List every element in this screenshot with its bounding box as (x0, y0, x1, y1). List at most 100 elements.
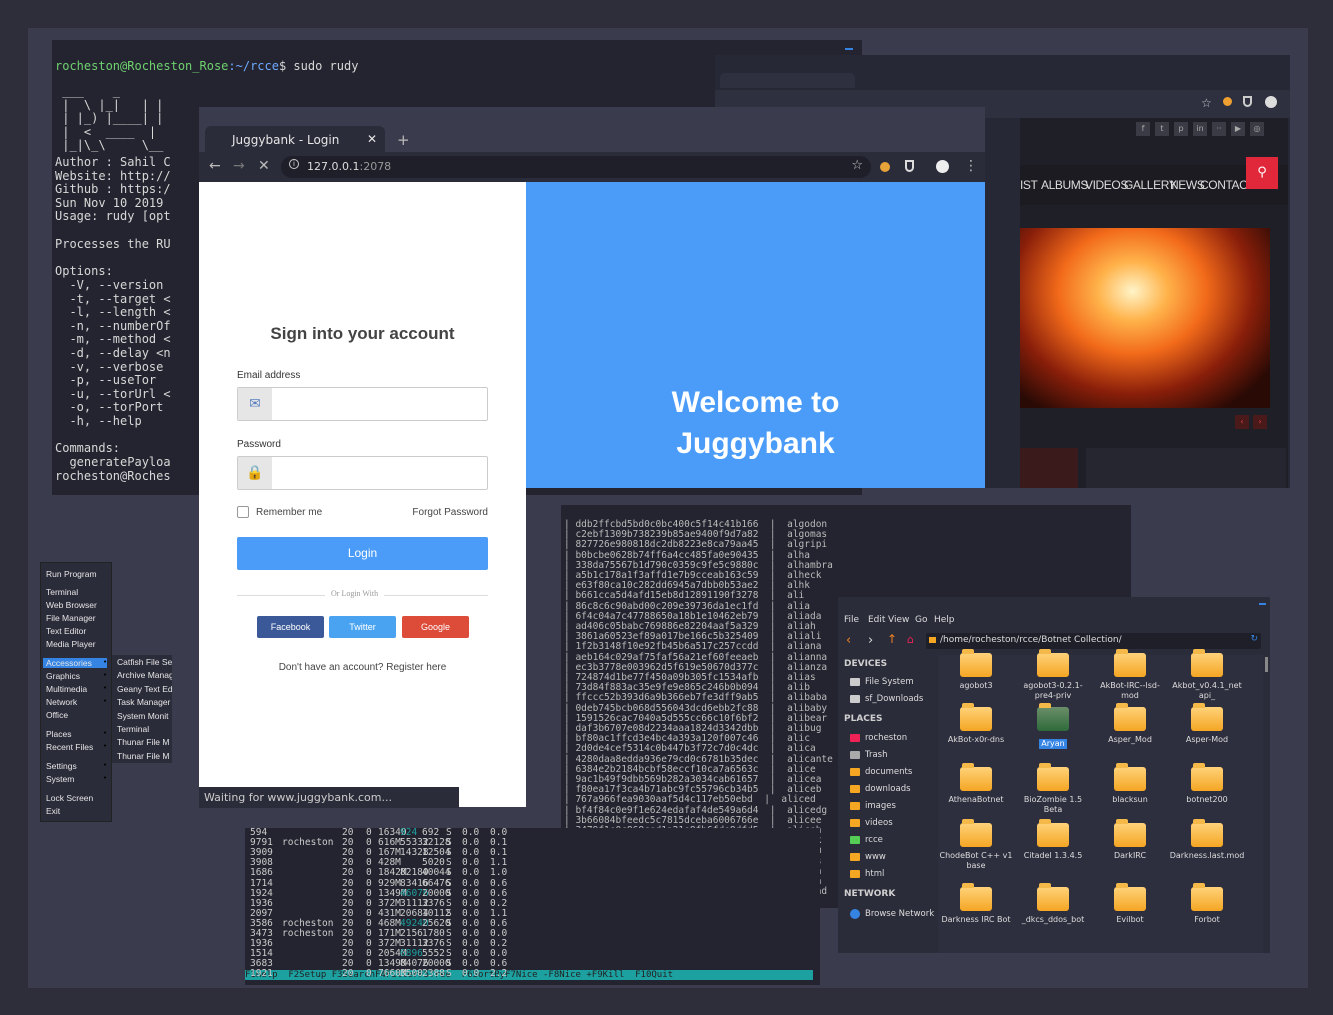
shield-icon[interactable] (905, 160, 914, 172)
bookmark-star-icon[interactable]: ☆ (851, 158, 863, 173)
facebook-icon[interactable]: f (1136, 122, 1150, 136)
folder-item[interactable]: Akbot_v0.4.1_net api_ (1169, 649, 1245, 701)
twitter-login-button[interactable]: Twitter (329, 616, 396, 638)
menu-item-web-browser[interactable]: Web Browser (46, 600, 97, 610)
password-field[interactable]: 🔒 (237, 456, 488, 490)
remember-checkbox[interactable] (237, 506, 249, 518)
slider-next-icon[interactable]: › (1253, 415, 1267, 429)
nav-artist[interactable]: IST (1020, 178, 1038, 192)
register-link[interactable]: Don't have an account? Register here (199, 662, 526, 673)
folder-item[interactable]: BioZombie 1.5 Beta (1015, 763, 1091, 815)
extension-icon[interactable] (880, 162, 890, 172)
thumbnail[interactable] (1086, 448, 1286, 488)
place-html[interactable]: html (865, 869, 884, 879)
browse-network[interactable]: Browse Network (865, 909, 934, 919)
minimize-icon[interactable] (845, 48, 853, 50)
folder-item[interactable]: Darkness.last.mod (1169, 819, 1245, 861)
star-icon[interactable]: ☆ (1201, 96, 1212, 110)
email-field[interactable]: ✉ (237, 387, 488, 421)
folder-item[interactable]: Evilbot (1092, 883, 1168, 925)
file-manager-window[interactable]: File Edit View Go Help ‹ › ↑ ⌂ /home/rochest… (838, 597, 1270, 953)
shield-icon[interactable] (1243, 96, 1252, 107)
submenu-item[interactable]: System Monit (117, 711, 169, 721)
folder-item[interactable]: AthenaBotnet (938, 763, 1014, 805)
place-www[interactable]: www (865, 852, 886, 862)
home-icon[interactable]: ⌂ (907, 633, 914, 646)
scrollbar[interactable] (1265, 657, 1268, 672)
flickr-icon[interactable]: ·· (1212, 122, 1226, 136)
menu-item-run-program[interactable]: Run Program (46, 569, 97, 579)
stop-icon[interactable]: ✕ (258, 158, 270, 174)
menu-item-office[interactable]: Office (46, 710, 68, 720)
forgot-password-link[interactable]: Forgot Password (412, 507, 488, 518)
folder-item[interactable]: AkBot-IRC--lsd-mod (1092, 649, 1168, 701)
menu-item-terminal[interactable]: Terminal (46, 587, 78, 597)
folder-item[interactable]: DarkIRC (1092, 819, 1168, 861)
place-downloads[interactable]: downloads (865, 784, 911, 794)
back-icon[interactable]: ‹ (846, 633, 851, 648)
facebook-login-button[interactable]: Facebook (257, 616, 324, 638)
menu-item-recent-files[interactable]: Recent Files (46, 742, 93, 752)
youtube-icon[interactable]: ▶ (1231, 122, 1245, 136)
submenu-item[interactable]: Terminal (117, 724, 149, 734)
place-videos[interactable]: videos (865, 818, 893, 828)
submenu-item[interactable]: Thunar File M (117, 751, 169, 761)
device-0[interactable]: File System (865, 677, 914, 687)
twitter-icon[interactable]: t (1155, 122, 1169, 136)
forward-icon[interactable]: → (233, 158, 245, 174)
address-bar[interactable]: i 127.0.0.1:2078 ☆ (281, 156, 871, 178)
place-documents[interactable]: documents (865, 767, 912, 777)
menu-help[interactable]: Help (934, 615, 955, 625)
menu-item-lock-screen[interactable]: Lock Screen (46, 793, 93, 803)
folder-item[interactable]: botnet200 (1169, 763, 1245, 805)
submenu-item[interactable]: Thunar File M (117, 737, 169, 747)
menu-item-settings[interactable]: Settings (46, 761, 77, 771)
folder-item[interactable]: agobot3 (938, 649, 1014, 691)
menu-item-exit[interactable]: Exit (46, 806, 60, 816)
htop-terminal[interactable]: F1Help F2Setup F3SearchF4FilterF5Tree F6… (245, 828, 820, 985)
menu-item-file-manager[interactable]: File Manager (46, 613, 96, 623)
nav-albums[interactable]: ALBUMS (1041, 178, 1088, 192)
folder-item[interactable]: AkBot-x0r-dns (938, 703, 1014, 745)
back-icon[interactable]: ← (209, 158, 221, 174)
nav-gallery[interactable]: GALLERY (1124, 178, 1177, 192)
nav-videos[interactable]: VIDEOS (1085, 178, 1128, 192)
profile-icon[interactable] (1265, 96, 1277, 108)
folder-item[interactable]: Asper_Mod (1092, 703, 1168, 745)
info-icon[interactable]: i (289, 159, 299, 169)
folder-item[interactable]: blacksun (1092, 763, 1168, 805)
slider-prev-icon[interactable]: ‹ (1235, 415, 1249, 429)
menu-item-accessories[interactable]: Accessories (43, 658, 107, 668)
close-icon[interactable]: ✕ (367, 132, 377, 146)
google-login-button[interactable]: Google (402, 616, 469, 638)
menu-item-text-editor[interactable]: Text Editor (46, 626, 86, 636)
menu-edit[interactable]: Edit (868, 615, 885, 625)
search-icon[interactable]: ⚲ (1246, 157, 1278, 189)
folder-item[interactable]: Asper-Mod (1169, 703, 1245, 745)
thumbnail[interactable] (1020, 448, 1078, 488)
menu-item-multimedia[interactable]: Multimedia (46, 684, 87, 694)
place-images[interactable]: images (865, 801, 896, 811)
accessories-submenu[interactable]: Catfish File Se Archive Manag Geany Text E… (112, 655, 172, 763)
profile-icon[interactable] (936, 160, 949, 173)
pinterest-icon[interactable]: p (1174, 122, 1188, 136)
reload-icon[interactable]: ↻ (1250, 634, 1258, 644)
up-arrow-icon[interactable]: ↑ (887, 632, 897, 646)
menu-file[interactable]: File (844, 615, 859, 625)
menu-item-network[interactable]: Network (46, 697, 77, 707)
browser-tab[interactable] (720, 73, 855, 88)
folder-item[interactable]: Darkness IRC Bot (938, 883, 1014, 925)
submenu-item[interactable]: Geany Text Ed (117, 684, 172, 694)
device-1[interactable]: sf_Downloads (865, 694, 923, 704)
function-keys-bar[interactable]: F1Help F2Setup F3SearchF4FilterF5Tree F6… (245, 970, 813, 980)
folder-item[interactable]: ChodeBot C++ v1 base (938, 819, 1014, 871)
login-button[interactable]: Login (237, 537, 488, 570)
folder-item[interactable]: Forbot (1169, 883, 1245, 925)
folder-item[interactable]: _dkcs_ddos_bot (1015, 883, 1091, 925)
tab-juggybank-login[interactable]: Juggybank - Login ✕ (205, 126, 385, 154)
linkedin-icon[interactable]: in (1193, 122, 1207, 136)
menu-item-places[interactable]: Places (46, 729, 72, 739)
submenu-item[interactable]: Catfish File Se (117, 657, 172, 667)
place-Trash[interactable]: Trash (865, 750, 887, 760)
submenu-item[interactable]: Task Manager (117, 697, 170, 707)
